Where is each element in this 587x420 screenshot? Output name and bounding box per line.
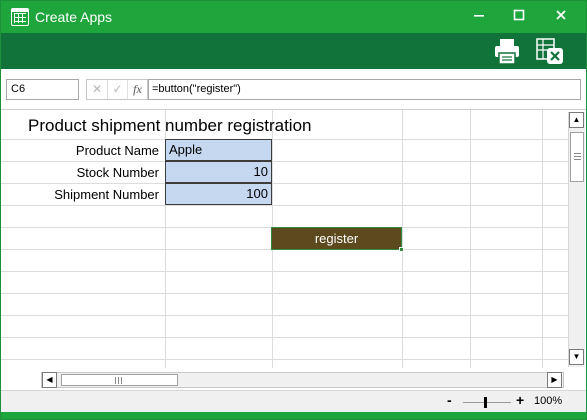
shipment-number-label: Shipment Number xyxy=(54,187,159,202)
formula-bar: C6 ✕ ✓ fx =button("register") xyxy=(1,69,586,110)
scroll-right-icon[interactable]: ▶ xyxy=(547,372,562,388)
close-icon xyxy=(556,10,566,20)
vertical-scroll-thumb[interactable] xyxy=(570,132,584,182)
window-title: Create Apps xyxy=(35,9,113,25)
shipment-number-cell[interactable]: 100 xyxy=(165,183,272,205)
horizontal-scroll-thumb[interactable] xyxy=(61,374,178,386)
formula-buttons: ✕ ✓ fx xyxy=(86,79,148,100)
sheet-title: Product shipment number registration xyxy=(28,116,312,135)
scroll-left-icon[interactable]: ◀ xyxy=(42,372,57,388)
formula-input[interactable]: =button("register") xyxy=(148,79,581,100)
export-excel-icon xyxy=(536,38,563,64)
scroll-down-icon[interactable]: ▼ xyxy=(569,349,584,365)
spreadsheet-icon xyxy=(11,8,29,26)
zoom-out-button[interactable]: - xyxy=(447,392,457,408)
maximize-button[interactable] xyxy=(499,1,539,33)
zoom-in-button[interactable]: + xyxy=(516,392,526,408)
stock-number-label: Stock Number xyxy=(76,165,159,180)
toolbar xyxy=(1,33,586,69)
fill-handle[interactable] xyxy=(399,247,404,252)
export-excel-button[interactable] xyxy=(534,36,566,66)
spreadsheet-grid[interactable]: Product shipment number registration Pro… xyxy=(1,110,568,368)
cancel-icon[interactable]: ✕ xyxy=(87,80,107,99)
name-box[interactable]: C6 xyxy=(6,79,79,100)
product-name-label: Product Name xyxy=(75,143,159,158)
zoom-slider-handle[interactable] xyxy=(484,397,487,408)
scroll-up-icon[interactable]: ▲ xyxy=(569,112,584,128)
maximize-icon xyxy=(513,9,525,21)
stock-number-cell[interactable]: 10 xyxy=(165,161,272,183)
minimize-button[interactable] xyxy=(459,1,499,33)
bottom-accent-bar xyxy=(1,412,586,419)
enter-icon[interactable]: ✓ xyxy=(107,80,127,99)
product-name-cell[interactable]: Apple xyxy=(165,139,272,161)
insert-function-icon[interactable]: fx xyxy=(127,80,147,99)
print-button[interactable] xyxy=(491,36,523,66)
printer-icon xyxy=(495,39,519,65)
register-button[interactable]: register xyxy=(271,227,402,250)
app-window: Create Apps C6 ✕ ✓ fx =button("register"… xyxy=(0,0,587,420)
zoom-level: 100% xyxy=(534,395,563,407)
title-bar: Create Apps xyxy=(1,1,586,33)
horizontal-scrollbar[interactable]: ◀ ▶ xyxy=(41,372,564,388)
zoom-slider[interactable] xyxy=(463,402,511,403)
minimize-icon xyxy=(474,15,484,17)
status-bar: - + 100% xyxy=(1,390,586,412)
close-button[interactable] xyxy=(541,1,581,33)
vertical-scrollbar[interactable]: ▲ ▼ xyxy=(568,112,585,367)
